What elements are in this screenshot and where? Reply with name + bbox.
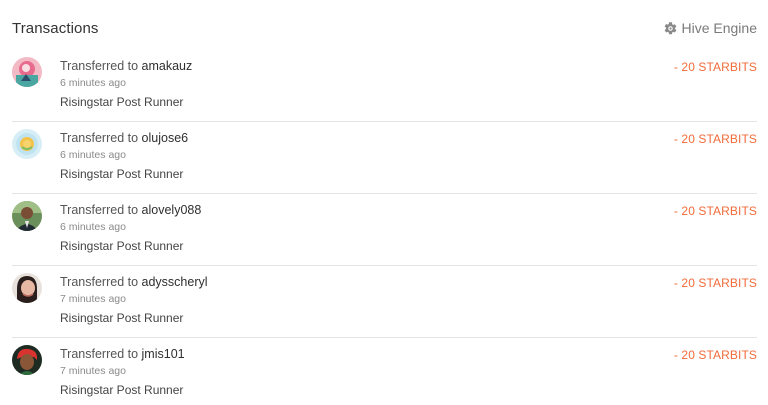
timestamp: 7 minutes ago (60, 365, 126, 377)
avatar[interactable] (12, 57, 42, 87)
amount: - 20 STARBITS (673, 276, 757, 290)
transaction-body: Transferred to amakauz 6 minutes ago Ris… (60, 58, 192, 110)
transaction-body: Transferred to jmis101 7 minutes ago Ris… (60, 346, 185, 398)
transfer-line: Transferred to adysscheryl (60, 274, 208, 290)
memo: Risingstar Post Runner (60, 239, 184, 253)
transfer-prefix: Transferred to (60, 203, 139, 217)
avatar[interactable] (12, 345, 42, 375)
transaction-body: Transferred to adysscheryl 7 minutes ago… (60, 274, 208, 326)
memo: Risingstar Post Runner (60, 167, 184, 181)
memo: Risingstar Post Runner (60, 383, 184, 397)
timestamp: 6 minutes ago (60, 221, 126, 233)
transaction-row: Transferred to jmis101 7 minutes ago Ris… (12, 338, 757, 405)
gear-icon (663, 21, 678, 36)
recipient-username[interactable]: alovely088 (142, 203, 202, 217)
transfer-line: Transferred to olujose6 (60, 130, 188, 146)
transaction-list: Transferred to amakauz 6 minutes ago Ris… (12, 50, 757, 405)
transfer-prefix: Transferred to (60, 131, 139, 145)
amount: - 20 STARBITS (673, 60, 757, 74)
transaction-body: Transferred to alovely088 6 minutes ago … (60, 202, 201, 254)
amount: - 20 STARBITS (673, 132, 757, 146)
recipient-username[interactable]: amakauz (142, 59, 193, 73)
avatar[interactable] (12, 273, 42, 303)
transfer-line: Transferred to jmis101 (60, 346, 185, 362)
transaction-row: Transferred to amakauz 6 minutes ago Ris… (12, 50, 757, 122)
hive-engine-link[interactable]: Hive Engine (663, 20, 758, 36)
hive-engine-label: Hive Engine (681, 20, 758, 36)
timestamp: 6 minutes ago (60, 77, 126, 89)
transaction-row: Transferred to olujose6 6 minutes ago Ri… (12, 122, 757, 194)
transfer-prefix: Transferred to (60, 347, 139, 361)
transfer-line: Transferred to amakauz (60, 58, 192, 74)
avatar[interactable] (12, 129, 42, 159)
recipient-username[interactable]: adysscheryl (142, 275, 208, 289)
transfer-line: Transferred to alovely088 (60, 202, 201, 218)
amount: - 20 STARBITS (673, 348, 757, 362)
panel-title: Transactions (12, 19, 99, 37)
amount: - 20 STARBITS (673, 204, 757, 218)
transaction-body: Transferred to olujose6 6 minutes ago Ri… (60, 130, 188, 182)
panel-header: Transactions Hive Engine (12, 16, 757, 40)
timestamp: 6 minutes ago (60, 149, 126, 161)
recipient-username[interactable]: jmis101 (142, 347, 185, 361)
transfer-prefix: Transferred to (60, 59, 139, 73)
memo: Risingstar Post Runner (60, 311, 184, 325)
avatar[interactable] (12, 201, 42, 231)
transaction-row: Transferred to alovely088 6 minutes ago … (12, 194, 757, 266)
transaction-row: Transferred to adysscheryl 7 minutes ago… (12, 266, 757, 338)
memo: Risingstar Post Runner (60, 95, 184, 109)
recipient-username[interactable]: olujose6 (142, 131, 189, 145)
transactions-panel: Transactions Hive Engine Transferred to … (0, 0, 768, 405)
timestamp: 7 minutes ago (60, 293, 126, 305)
transfer-prefix: Transferred to (60, 275, 139, 289)
